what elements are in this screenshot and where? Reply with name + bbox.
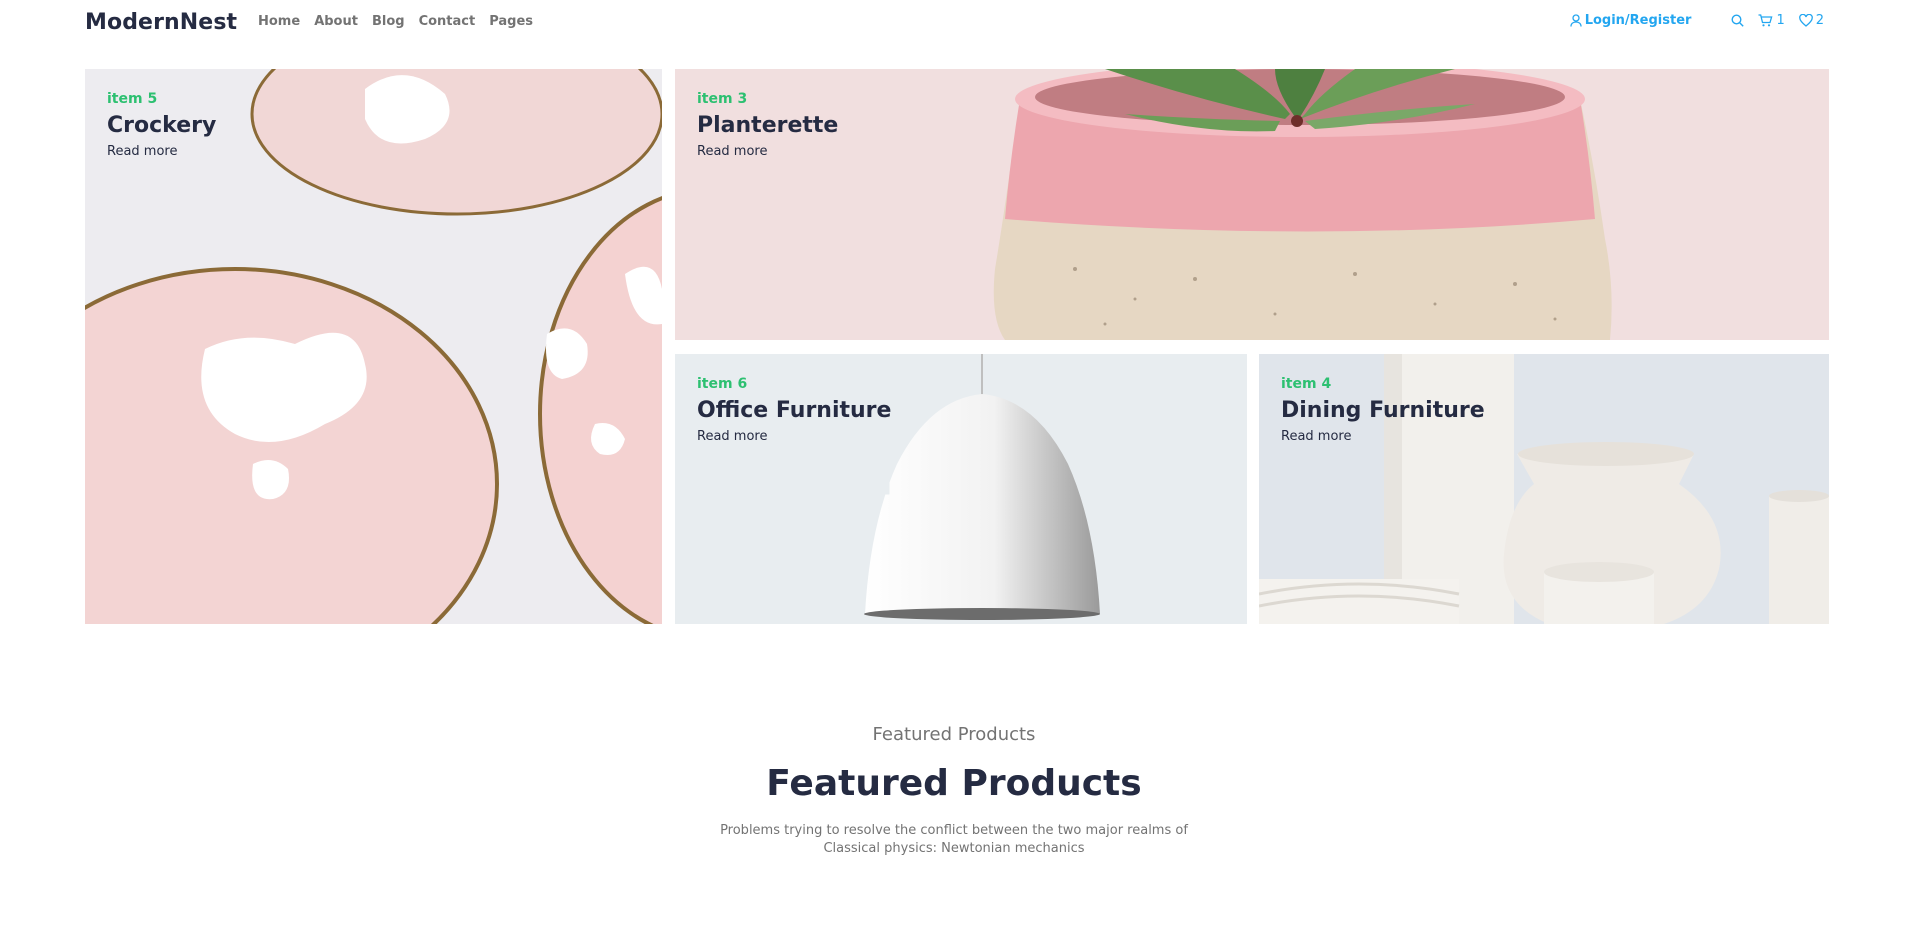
heart-icon: [1798, 14, 1813, 27]
featured-subtitle: Featured Products: [872, 724, 1036, 745]
nav-home[interactable]: Home: [258, 14, 300, 29]
read-more-link[interactable]: Read more: [1281, 429, 1485, 444]
nav-blog[interactable]: Blog: [372, 14, 405, 29]
category-card-dining-furniture[interactable]: item 4 Dining Furniture Read more: [1259, 354, 1829, 624]
site-header: ModernNest Home About Blog Contact Pages…: [0, 0, 1908, 46]
main-nav: Home About Blog Contact Pages: [258, 14, 533, 29]
header-actions: Login/Register 1 2: [1570, 13, 1824, 28]
card-tag: item 6: [697, 376, 748, 392]
card-tag: item 5: [107, 91, 158, 107]
cart-count: 1: [1776, 13, 1785, 28]
card-text: item 5 Crockery Read more: [107, 91, 216, 159]
search-icon: [1731, 14, 1745, 27]
card-tag: item 3: [697, 91, 748, 107]
cart-button[interactable]: 1: [1758, 13, 1785, 28]
card-text: item 3 Planterette Read more: [697, 91, 838, 159]
user-icon: [1570, 14, 1582, 27]
featured-description: Problems trying to resolve the conflict …: [720, 823, 1188, 856]
card-title: Planterette: [697, 113, 839, 138]
category-card-crockery[interactable]: item 5 Crockery Read more: [85, 69, 662, 624]
search-button[interactable]: [1731, 14, 1745, 27]
nav-about[interactable]: About: [314, 14, 358, 29]
category-card-office-furniture[interactable]: item 6 Office Furniture Read more: [675, 354, 1247, 624]
read-more-link[interactable]: Read more: [697, 144, 838, 159]
nav-contact[interactable]: Contact: [419, 14, 476, 29]
category-card-planterette[interactable]: item 3 Planterette Read more: [675, 69, 1829, 340]
planter-image: [675, 69, 1829, 340]
read-more-link[interactable]: Read more: [107, 144, 216, 159]
card-text: item 4 Dining Furniture Read more: [1281, 376, 1485, 444]
card-text: item 6 Office Furniture Read more: [697, 376, 891, 444]
featured-title: Featured Products: [766, 763, 1142, 804]
read-more-link[interactable]: Read more: [697, 429, 891, 444]
cart-icon: [1758, 14, 1773, 27]
card-tag: item 4: [1281, 376, 1332, 392]
card-title: Office Furniture: [697, 398, 892, 423]
login-label: Login/Register: [1584, 13, 1692, 28]
card-title: Dining Furniture: [1281, 398, 1485, 423]
brand-logo[interactable]: ModernNest: [85, 10, 237, 35]
wishlist-count: 2: [1815, 13, 1824, 28]
login-register-link[interactable]: Login/Register: [1570, 13, 1692, 28]
card-title: Crockery: [107, 113, 217, 138]
featured-products-section: Featured Products Featured Products Prob…: [0, 724, 1908, 858]
wishlist-button[interactable]: 2: [1798, 13, 1824, 28]
nav-pages[interactable]: Pages: [489, 14, 533, 29]
